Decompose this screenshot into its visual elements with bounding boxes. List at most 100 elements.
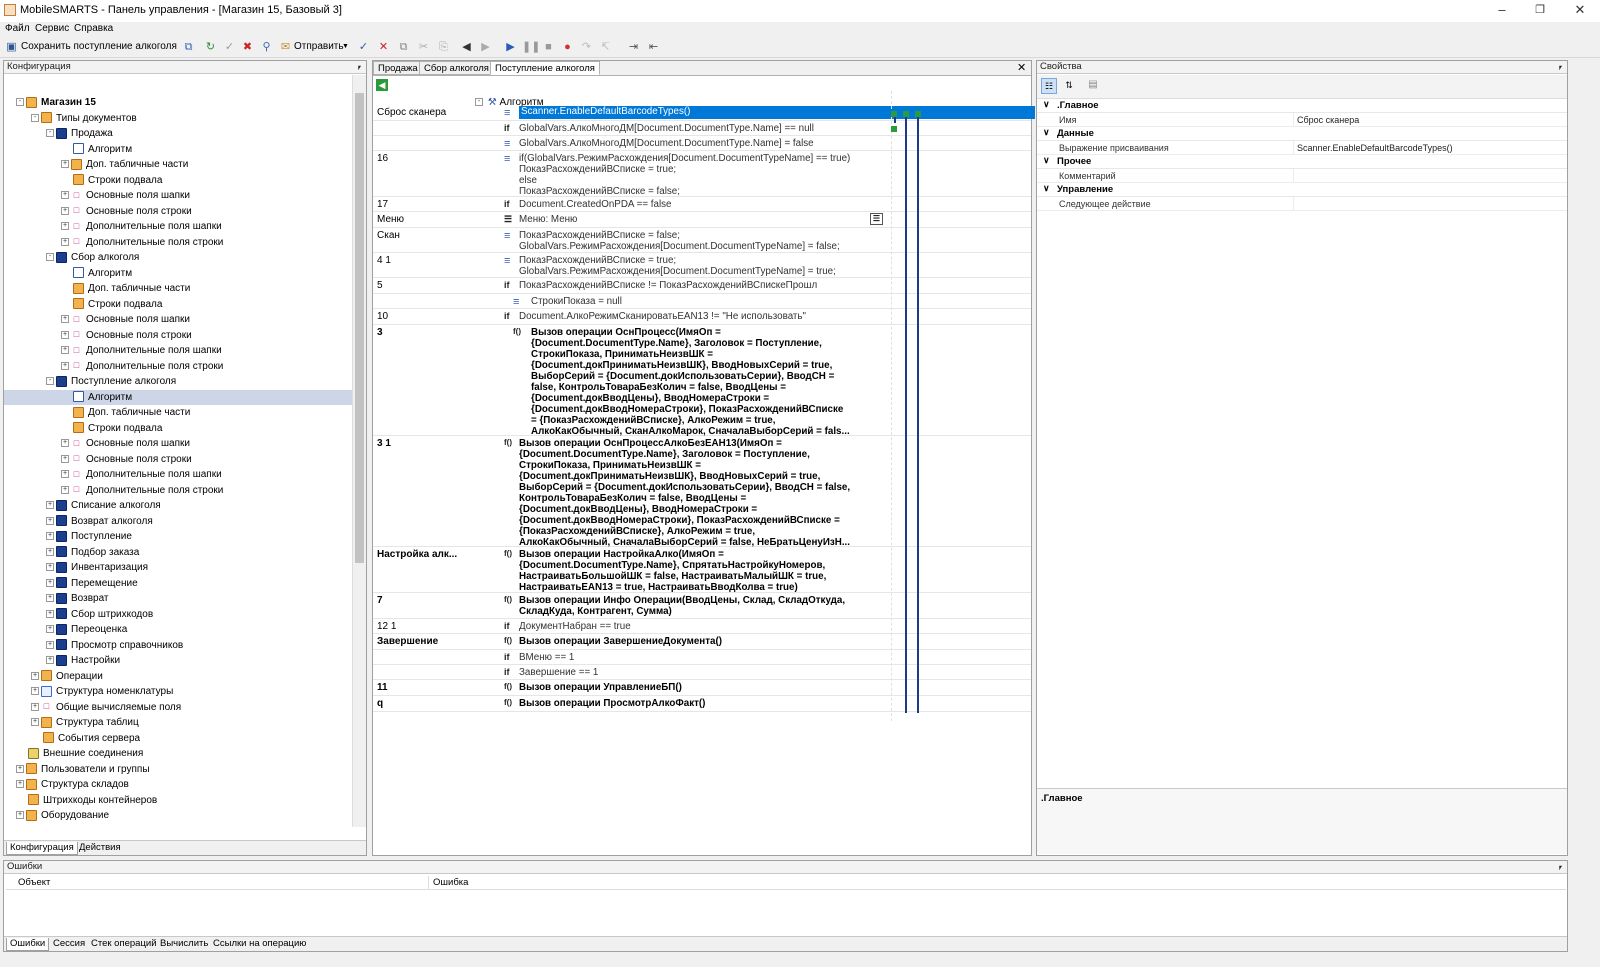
save-button[interactable]: Сохранить поступление алкоголя: [21, 41, 177, 52]
menu-file[interactable]: Файл: [5, 23, 30, 34]
breakpoint-icon[interactable]: ●: [560, 40, 575, 55]
tab-prodazha[interactable]: Продажа: [373, 61, 423, 75]
delete-icon[interactable]: ✖: [240, 40, 255, 55]
save-icon[interactable]: ▣: [4, 40, 19, 55]
tree-item[interactable]: Строки подвала: [4, 421, 352, 436]
column-error[interactable]: Ошибка: [433, 877, 468, 888]
property-row[interactable]: Следующее действие: [1037, 197, 1567, 211]
expand-icon[interactable]: +: [46, 547, 54, 556]
tree-item[interactable]: Штрихкоды контейнеров: [4, 793, 352, 808]
categorized-icon[interactable]: ☷: [1041, 78, 1057, 94]
pin-icon[interactable]: ⎖: [1557, 861, 1564, 873]
tab-operation-stack[interactable]: Стек операций: [88, 938, 160, 951]
algorithm-row[interactable]: 5 if ПоказРасхожденийВСписке != ПоказРасхо…: [373, 278, 1031, 294]
tree-item[interactable]: + Поступление: [4, 529, 352, 544]
tab-session[interactable]: Сессия: [50, 938, 88, 951]
expand-icon[interactable]: +: [31, 671, 39, 680]
pause-icon[interactable]: ❚❚: [522, 40, 540, 55]
stop-icon[interactable]: ■: [541, 40, 556, 55]
tree-item[interactable]: + Доп. табличные части: [4, 157, 352, 172]
expand-icon[interactable]: +: [46, 563, 54, 572]
collapse-icon[interactable]: -: [46, 377, 54, 386]
tree-item[interactable]: + □ Дополнительные поля шапки: [4, 343, 352, 358]
collapse-icon[interactable]: -: [46, 129, 54, 138]
column-object[interactable]: Объект: [18, 877, 50, 888]
tree-item[interactable]: + □ Основные поля шапки: [4, 436, 352, 451]
refresh-icon[interactable]: ↻: [203, 40, 218, 55]
save-all-icon[interactable]: ⧉: [181, 40, 196, 55]
tree-scroll-thumb[interactable]: [355, 93, 364, 563]
cut-icon[interactable]: ✂: [416, 40, 431, 55]
tab-postuplenie-alkogolya[interactable]: Поступление алкоголя: [490, 61, 600, 75]
property-row[interactable]: Выражение присваивания Scanner.EnableDefa…: [1037, 141, 1567, 155]
expand-icon[interactable]: +: [31, 687, 39, 696]
send-button[interactable]: Отправить: [294, 41, 344, 52]
configuration-tree[interactable]: - Магазин 15- Типы документов - Продажа Алгор…: [4, 75, 356, 827]
tree-item[interactable]: + □ Дополнительные поля строки: [4, 235, 352, 250]
property-section[interactable]: ∨ Данные: [1037, 127, 1567, 141]
tree-item[interactable]: + Структура складов: [4, 777, 352, 792]
menu-service[interactable]: Сервис: [35, 23, 69, 34]
property-pages-icon[interactable]: ▤: [1085, 78, 1101, 94]
tree-item[interactable]: Доп. табличные части: [4, 281, 352, 296]
tree-item[interactable]: + Перемещение: [4, 576, 352, 591]
chevron-down-icon[interactable]: ∨: [1043, 99, 1050, 110]
collapse-icon[interactable]: -: [46, 253, 54, 262]
tree-item[interactable]: + Настройки: [4, 653, 352, 668]
collapse-icon[interactable]: -: [31, 113, 39, 122]
search-icon[interactable]: ⚲: [259, 40, 274, 55]
expand-icon[interactable]: +: [61, 361, 69, 370]
algorithm-row[interactable]: Завершение f() Вызов операции ЗавершениеДо…: [373, 634, 1031, 650]
algorithm-row[interactable]: 3 1 f() Вызов операции ОснПроцессАлкоБезЕА…: [373, 436, 1031, 548]
tree-item[interactable]: - Сбор алкоголя: [4, 250, 352, 265]
indent-icon[interactable]: ⇥: [626, 40, 641, 55]
minimize-icon[interactable]: –: [1482, 0, 1522, 22]
expand-icon[interactable]: +: [61, 315, 69, 324]
algorithm-row[interactable]: 10 if Document.АлкоРежимСканироватьEAN13 !…: [373, 309, 1031, 325]
tree-item[interactable]: + □ Основные поля строки: [4, 452, 352, 467]
property-row[interactable]: Комментарий: [1037, 169, 1567, 183]
property-value[interactable]: Scanner.EnableDefaultBarcodeTypes(): [1297, 143, 1453, 153]
algorithm-row[interactable]: Сброс сканера ≡ Scanner.EnableDefaultBarco…: [373, 105, 1035, 121]
back-icon[interactable]: ◀: [459, 40, 474, 55]
expand-icon[interactable]: +: [31, 702, 39, 711]
algorithm-row[interactable]: 4 1 ≡ ПоказРасхожденийВСписке = true; Glob…: [373, 253, 1031, 278]
tree-item[interactable]: - Поступление алкоголя: [4, 374, 352, 389]
tree-item[interactable]: События сервера: [4, 731, 352, 746]
tree-item[interactable]: Доп. табличные части: [4, 405, 352, 420]
tree-item[interactable]: + Подбор заказа: [4, 545, 352, 560]
expand-icon[interactable]: +: [46, 501, 54, 510]
expand-icon[interactable]: +: [46, 594, 54, 603]
close-tab-icon[interactable]: ✕: [1017, 61, 1026, 74]
menu-edit-icon[interactable]: ☰: [870, 213, 883, 225]
run-icon[interactable]: ▶: [503, 40, 518, 55]
tab-errors[interactable]: Ошибки: [6, 938, 50, 951]
expand-icon[interactable]: +: [61, 222, 69, 231]
tab-sbor-alkogolya[interactable]: Сбор алкоголя: [419, 61, 494, 75]
expand-icon[interactable]: +: [61, 470, 69, 479]
expand-icon[interactable]: +: [16, 780, 24, 789]
algorithm-row[interactable]: 12 1 if ДокументНабран == true: [373, 619, 1031, 634]
expand-icon[interactable]: +: [61, 485, 69, 494]
algorithm-row[interactable]: Меню ☰ Меню: Меню ☰: [373, 212, 1031, 228]
algorithm-row[interactable]: if Завершение == 1: [373, 665, 1031, 680]
tree-item[interactable]: + Структура номенклатуры: [4, 684, 352, 699]
sort-az-icon[interactable]: ⇅: [1061, 78, 1077, 94]
copy-icon[interactable]: ⧉: [396, 40, 411, 55]
algorithm-row[interactable]: q f() Вызов операции ПросмотрАлкоФакт(): [373, 696, 1031, 712]
tree-item[interactable]: Алгоритм: [4, 142, 352, 157]
check-icon[interactable]: ✓: [222, 40, 237, 55]
tree-item[interactable]: + Возврат алкоголя: [4, 514, 352, 529]
close-icon[interactable]: ✕: [1560, 0, 1600, 22]
validate-icon[interactable]: ✓: [356, 40, 371, 55]
tree-item[interactable]: Алгоритм: [4, 389, 352, 405]
tree-item[interactable]: - Продажа: [4, 126, 352, 141]
expand-icon[interactable]: +: [16, 811, 24, 820]
tree-item[interactable]: + □ Дополнительные поля шапки: [4, 467, 352, 482]
tree-item[interactable]: + Сбор штрихкодов: [4, 607, 352, 622]
send-icon[interactable]: ✉: [278, 40, 293, 55]
chevron-down-icon[interactable]: ∨: [1043, 127, 1050, 138]
tree-item[interactable]: + Пользователи и группы: [4, 762, 352, 777]
tree-item[interactable]: - Магазин 15: [4, 95, 352, 110]
outdent-icon[interactable]: ⇤: [646, 40, 661, 55]
